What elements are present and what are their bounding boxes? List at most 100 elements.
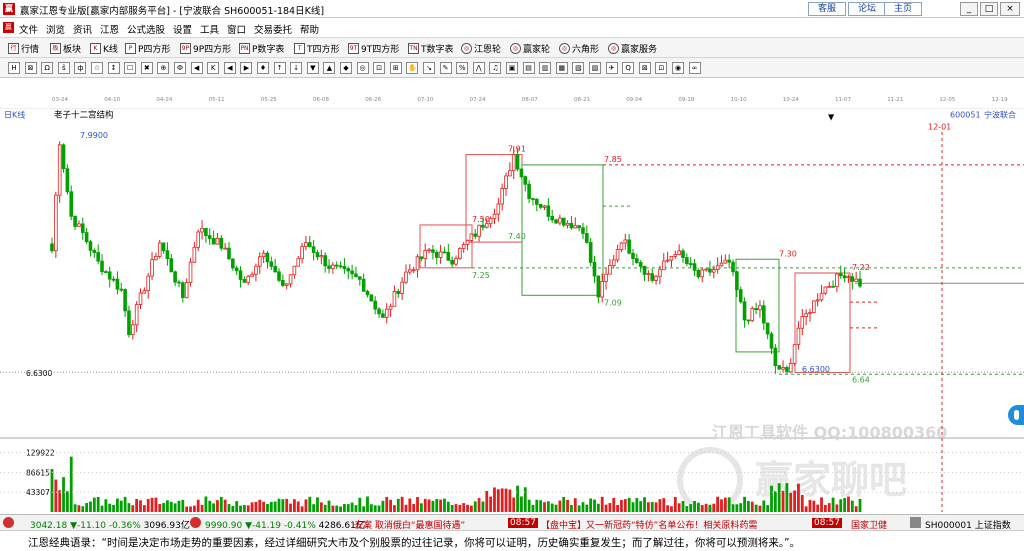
drawing-tool-31-icon[interactable]: ▤: [522, 62, 535, 74]
chart-menu-arrow-icon[interactable]: ▼: [828, 113, 835, 122]
toolbar-9p-square-button[interactable]: 9P 9P四方形: [180, 41, 231, 55]
drawing-tool-8-icon[interactable]: ✖: [140, 62, 153, 74]
candle-body: [227, 247, 231, 260]
candle-body: [327, 265, 331, 269]
toolbar-t-square-button[interactable]: T T四方形: [294, 41, 340, 55]
candle-body: [392, 291, 397, 307]
minimize-button[interactable]: _: [960, 2, 978, 16]
drawing-tool-11-icon[interactable]: ◀: [190, 62, 203, 74]
drawing-tool-26-icon[interactable]: ✎: [439, 62, 452, 74]
drawing-tool-2-icon[interactable]: Ω: [41, 62, 54, 74]
drawing-tool-24-icon[interactable]: ✋: [406, 62, 419, 74]
drawing-tool-39-icon[interactable]: ⊡: [655, 62, 668, 74]
candle-body: [161, 242, 166, 252]
drawing-tool-18-icon[interactable]: ▼: [306, 62, 319, 74]
toolbar-gann-wheel-button[interactable]: ◎ 江恩轮: [461, 41, 501, 55]
drawing-tool-20-icon[interactable]: ◆: [340, 62, 352, 74]
menu-file[interactable]: 文件: [19, 22, 38, 36]
toolbar-t-table-button[interactable]: TN T数字表: [408, 41, 454, 55]
drawing-tool-32-icon[interactable]: ▥: [539, 62, 552, 74]
volume-bar: [350, 502, 354, 512]
toolbar-kline-button[interactable]: K K线: [90, 41, 118, 55]
volume-bar: [508, 489, 512, 512]
toolbar-p-table-button[interactable]: PN P数字表: [239, 41, 284, 55]
toolbar-quotes-button[interactable]: 行行情: [8, 41, 39, 55]
forum-link[interactable]: 论坛: [848, 2, 886, 16]
toolbar-hexagon-button[interactable]: ◎ 六角形: [559, 41, 599, 55]
drawing-tool-13-icon[interactable]: ◀: [223, 62, 236, 74]
drawing-tool-6-icon[interactable]: ↕: [107, 62, 120, 74]
drawing-tool-16-icon[interactable]: ↑: [273, 62, 286, 74]
gann-quote: 江恩经典语录：“时间是决定市场走势的重要因素，经过详细研究大市及个别股票的过往记…: [28, 537, 801, 549]
volume-bar: [662, 498, 666, 512]
candle-body: [731, 261, 735, 273]
drawing-tool-5-icon[interactable]: ☆: [91, 62, 103, 74]
volume-bar: [646, 502, 650, 512]
menu-browse[interactable]: 浏览: [46, 22, 65, 36]
drawing-tool-22-icon[interactable]: ⊡: [373, 62, 386, 74]
drawing-tool-36-icon[interactable]: ✈: [605, 62, 618, 74]
drawing-tool-0-icon[interactable]: H: [8, 62, 20, 74]
toolbar-winner-wheel-button[interactable]: ◎ 赢家轮: [510, 41, 550, 55]
drawing-tool-40-icon[interactable]: ◉: [672, 62, 684, 74]
drawing-tool-10-icon[interactable]: Ф: [174, 62, 186, 74]
drawing-tool-17-icon[interactable]: ↓: [290, 62, 303, 74]
menu-window[interactable]: 窗口: [227, 22, 246, 36]
drawing-tool-15-icon[interactable]: ♦: [257, 62, 269, 74]
volume-bar: [339, 506, 342, 512]
drawing-tool-21-icon[interactable]: ◎: [356, 62, 369, 74]
maximize-button[interactable]: □: [980, 2, 998, 16]
toolbar-p-square-button[interactable]: P P四方形: [125, 41, 170, 55]
homepage-link[interactable]: 主页: [884, 2, 922, 16]
drawing-tool-35-icon[interactable]: ▨: [589, 62, 601, 74]
scroll-right-button[interactable]: [1008, 405, 1024, 425]
menu-gann[interactable]: 江恩: [100, 22, 119, 36]
drawing-tool-7-icon[interactable]: ☐: [124, 62, 137, 74]
close-button[interactable]: ×: [1000, 2, 1020, 16]
toolbar-winner-service-button[interactable]: ◎ 赢家服务: [608, 41, 657, 55]
candle-body: [492, 213, 497, 219]
drawing-tool-3-icon[interactable]: ŝ: [57, 62, 70, 74]
drawing-tool-34-icon[interactable]: ▧: [572, 62, 585, 74]
volume-bar: [531, 504, 535, 512]
volume-bar: [212, 503, 215, 512]
drawing-tool-14-icon[interactable]: ▶: [240, 62, 253, 74]
drawing-tool-28-icon[interactable]: ⋀: [472, 62, 485, 74]
main-toolbar: 行行情 板板块 K K线 P P四方形 9P 9P四方形 PN P数字表 T T四方形 9…: [0, 38, 1024, 58]
drawing-tool-12-icon[interactable]: K: [207, 62, 220, 74]
candle-body: [700, 269, 705, 278]
drawing-tool-1-icon[interactable]: ⊠: [24, 62, 37, 74]
drawing-tool-33-icon[interactable]: ▦: [555, 62, 568, 74]
drawing-tool-4-icon[interactable]: ф: [74, 62, 87, 74]
volume-bar: [527, 499, 531, 512]
volume-bar: [500, 488, 504, 512]
candle-body: [642, 266, 647, 275]
drawing-tool-38-icon[interactable]: ⊠: [638, 62, 651, 74]
candle-body: [796, 327, 801, 346]
toolbar-9t-square-button[interactable]: 9T 9T四方形: [348, 41, 399, 55]
menu-tools[interactable]: 工具: [200, 22, 219, 36]
menu-trade[interactable]: 交易委托: [254, 22, 292, 36]
drawing-tool-19-icon[interactable]: ▲: [323, 62, 336, 74]
drawing-tool-25-icon[interactable]: ↘: [423, 62, 435, 74]
drawing-tool-29-icon[interactable]: ♫: [489, 62, 502, 74]
drawing-tool-27-icon[interactable]: %: [456, 62, 469, 74]
drawing-tool-41-icon[interactable]: ∞: [688, 62, 701, 74]
drawing-tool-23-icon[interactable]: ⊞: [389, 62, 402, 74]
drawing-tool-30-icon[interactable]: ▣: [506, 62, 518, 74]
watermark-logo-icon: [677, 447, 743, 513]
menu-info[interactable]: 资讯: [73, 22, 92, 36]
toolbar-sector-button[interactable]: 板板块: [50, 41, 81, 55]
drawing-tool-9-icon[interactable]: ⊕: [157, 62, 170, 74]
menu-settings[interactable]: 设置: [173, 22, 192, 36]
kline-chart[interactable]: 江恩工具软件 QQ:100800360 赢家聊吧 7.99007.917.857…: [0, 108, 1024, 513]
candle-body: [681, 250, 685, 258]
volume-bar: [604, 504, 608, 512]
candle-body: [808, 312, 812, 315]
candle-body: [792, 344, 797, 364]
menu-formula-select[interactable]: 公式选股: [127, 22, 165, 36]
volume-bar: [573, 498, 577, 512]
customer-service-link[interactable]: 客服: [808, 2, 846, 16]
menu-help[interactable]: 帮助: [300, 22, 319, 36]
drawing-tool-37-icon[interactable]: Q: [622, 62, 635, 74]
